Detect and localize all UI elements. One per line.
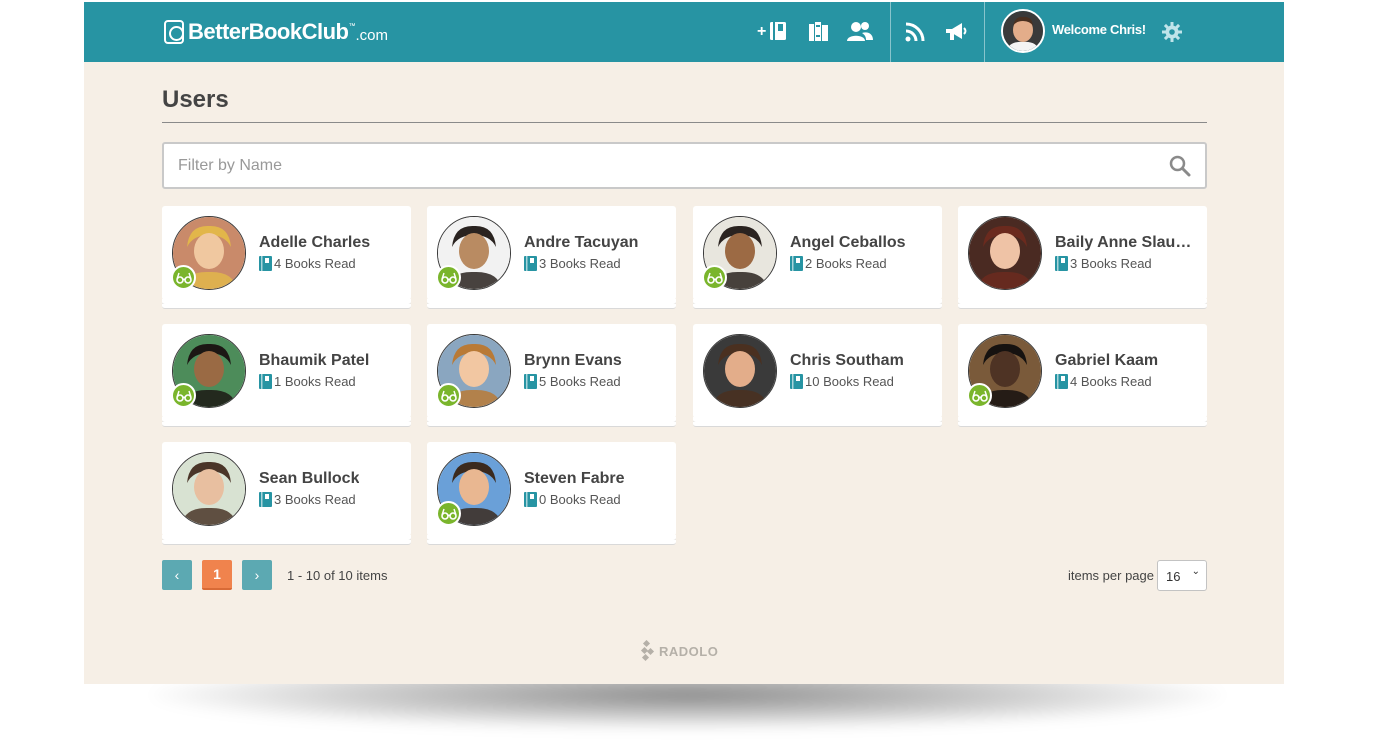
items-per-page-select[interactable]: 16 ⌄ bbox=[1157, 560, 1207, 591]
logo-trademark: ™ bbox=[348, 22, 356, 30]
books-read-count: 3 Books Read bbox=[259, 492, 356, 507]
books-read-label: 1 Books Read bbox=[274, 374, 356, 389]
footer-brand: RADOLO bbox=[659, 643, 719, 659]
logo-name: BetterBookClub bbox=[188, 19, 349, 44]
logo-tld: .com bbox=[355, 26, 388, 44]
user-card[interactable]: Chris Southam 10 Books Read bbox=[693, 324, 942, 427]
user-card[interactable]: Steven Fabre 0 Books Read bbox=[427, 442, 676, 545]
user-name: Brynn Evans bbox=[524, 352, 622, 369]
book-icon bbox=[1055, 374, 1068, 389]
books-read-label: 5 Books Read bbox=[539, 374, 621, 389]
books-read-label: 3 Books Read bbox=[1070, 256, 1152, 271]
site-logo[interactable]: BetterBookClub ™ .com bbox=[164, 17, 388, 47]
books-read-count: 10 Books Read bbox=[790, 374, 894, 389]
top-header: BetterBookClub ™ .com + Welcome Chris! bbox=[84, 2, 1284, 62]
user-name: Steven Fabre bbox=[524, 470, 625, 487]
page-title: Users bbox=[162, 86, 229, 113]
books-read-label: 3 Books Read bbox=[539, 256, 621, 271]
user-card[interactable]: Brynn Evans 5 Books Read bbox=[427, 324, 676, 427]
reader-glasses-icon bbox=[967, 383, 992, 408]
megaphone-icon[interactable] bbox=[942, 18, 970, 46]
user-card[interactable]: Bhaumik Patel 1 Books Read bbox=[162, 324, 411, 427]
svg-text:+: + bbox=[757, 23, 766, 40]
book-icon bbox=[259, 492, 272, 507]
user-card[interactable]: Sean Bullock 3 Books Read bbox=[162, 442, 411, 545]
reader-glasses-icon bbox=[436, 265, 461, 290]
book-icon bbox=[524, 256, 537, 271]
books-read-label: 4 Books Read bbox=[1070, 374, 1152, 389]
reader-glasses-icon bbox=[171, 265, 196, 290]
user-name: Adelle Charles bbox=[259, 234, 371, 251]
books-read-count: 5 Books Read bbox=[524, 374, 621, 389]
reader-glasses-icon bbox=[171, 383, 196, 408]
rss-icon[interactable] bbox=[902, 18, 928, 46]
user-card[interactable]: Gabriel Kaam 4 Books Read bbox=[958, 324, 1207, 427]
books-read-label: 4 Books Read bbox=[274, 256, 356, 271]
welcome-user-link[interactable]: Welcome Chris! bbox=[1052, 22, 1146, 37]
pager-info: 1 - 10 of 10 items bbox=[287, 568, 388, 583]
user-card[interactable]: Angel Ceballos 2 Books Read bbox=[693, 206, 942, 309]
user-name: Gabriel Kaam bbox=[1055, 352, 1159, 369]
logo-mark-icon bbox=[164, 20, 184, 44]
books-read-count: 4 Books Read bbox=[259, 256, 356, 271]
items-per-page-label: items per page bbox=[1068, 568, 1154, 583]
books-read-count: 1 Books Read bbox=[259, 374, 356, 389]
prev-page-button[interactable]: ‹ bbox=[162, 560, 192, 590]
user-card[interactable]: Adelle Charles 4 Books Read bbox=[162, 206, 411, 309]
page-1-button[interactable]: 1 bbox=[202, 560, 232, 590]
book-icon bbox=[790, 256, 803, 271]
user-name: Baily Anne Slaughter bbox=[1055, 234, 1200, 251]
user-name: Bhaumik Patel bbox=[259, 352, 370, 369]
gear-icon[interactable] bbox=[1160, 18, 1184, 46]
books-read-label: 2 Books Read bbox=[805, 256, 887, 271]
filter-by-name-input[interactable] bbox=[178, 144, 1138, 187]
books-read-label: 3 Books Read bbox=[274, 492, 356, 507]
user-name: Angel Ceballos bbox=[790, 234, 906, 251]
app-window: BetterBookClub ™ .com + Welcome Chris! U… bbox=[84, 2, 1284, 684]
header-divider bbox=[984, 2, 985, 62]
books-read-count: 2 Books Read bbox=[790, 256, 887, 271]
books-read-label: 10 Books Read bbox=[805, 374, 894, 389]
books-read-count: 4 Books Read bbox=[1055, 374, 1152, 389]
user-card[interactable]: Andre Tacuyan 3 Books Read bbox=[427, 206, 676, 309]
user-name: Sean Bullock bbox=[259, 470, 360, 487]
chevron-down-icon: ⌄ bbox=[1191, 566, 1200, 577]
items-per-page-value: 16 bbox=[1166, 569, 1181, 584]
add-book-icon[interactable]: + bbox=[756, 18, 792, 46]
books-read-label: 0 Books Read bbox=[539, 492, 621, 507]
book-icon bbox=[790, 374, 803, 389]
book-icon bbox=[524, 374, 537, 389]
book-icon bbox=[259, 374, 272, 389]
library-icon[interactable] bbox=[806, 18, 832, 46]
user-avatar bbox=[968, 216, 1042, 290]
book-icon bbox=[1055, 256, 1068, 271]
reader-glasses-icon bbox=[436, 501, 461, 526]
filter-box bbox=[162, 142, 1207, 189]
user-name: Chris Southam bbox=[790, 352, 904, 369]
user-card[interactable]: Baily Anne Slaughter 3 Books Read bbox=[958, 206, 1207, 309]
user-name: Andre Tacuyan bbox=[524, 234, 639, 251]
book-icon bbox=[524, 492, 537, 507]
books-read-count: 0 Books Read bbox=[524, 492, 621, 507]
next-page-button[interactable]: › bbox=[242, 560, 272, 590]
search-icon[interactable] bbox=[1169, 155, 1191, 177]
book-icon bbox=[259, 256, 272, 271]
reader-glasses-icon bbox=[436, 383, 461, 408]
books-read-count: 3 Books Read bbox=[1055, 256, 1152, 271]
user-avatar bbox=[172, 452, 246, 526]
header-divider bbox=[890, 2, 891, 62]
radolo-footer-logo[interactable]: RADOLO bbox=[640, 640, 718, 662]
reader-glasses-icon bbox=[702, 265, 727, 290]
user-avatar bbox=[703, 334, 777, 408]
title-divider bbox=[162, 122, 1207, 123]
radolo-logo-icon bbox=[640, 640, 655, 662]
users-icon[interactable] bbox=[844, 18, 876, 46]
header-user-avatar[interactable] bbox=[1001, 9, 1045, 53]
books-read-count: 3 Books Read bbox=[524, 256, 621, 271]
